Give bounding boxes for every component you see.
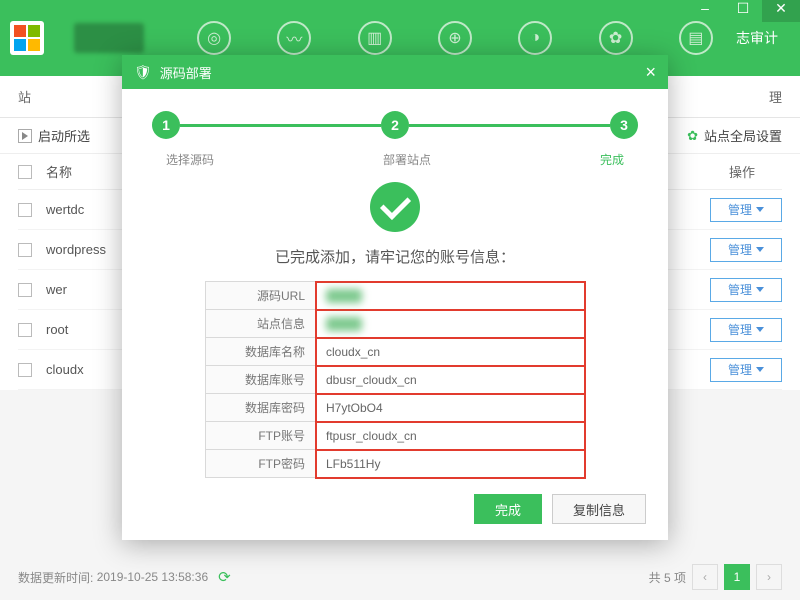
step-2-label: 部署站点 <box>383 151 431 168</box>
page-current[interactable]: 1 <box>724 564 750 590</box>
step-connector <box>180 124 381 127</box>
step-1-label: 选择源码 <box>166 151 214 168</box>
page-next[interactable]: › <box>756 564 782 590</box>
chevron-down-icon <box>756 207 764 212</box>
row-checkbox[interactable] <box>18 283 32 297</box>
chevron-down-icon <box>756 327 764 332</box>
manage-button[interactable]: 管理 <box>710 238 782 262</box>
step-labels: 选择源码 部署站点 完成 <box>166 151 624 168</box>
manage-button[interactable]: 管理 <box>710 198 782 222</box>
gear-icon: ✿ <box>687 128 698 144</box>
col-op: 操作 <box>702 162 782 181</box>
row-checkbox[interactable] <box>18 363 32 377</box>
tab-partial-right[interactable]: 理 <box>769 87 782 106</box>
value-ftp-pass: LFb511Hy <box>316 450 585 478</box>
modal-header: 🛡 源码部署 × <box>122 55 668 89</box>
play-icon <box>18 129 32 143</box>
step-1: 1 <box>152 111 180 139</box>
footer: 数据更新时间: 2019-10-25 13:58:36 ⟳ 共 5 项 ‹ 1 … <box>18 564 782 590</box>
step-2: 2 <box>381 111 409 139</box>
nav-doc-icon[interactable]: ▤ <box>679 21 713 55</box>
success-check-icon <box>370 182 420 232</box>
nav-gear-icon[interactable]: ✿ <box>599 21 633 55</box>
modal-close[interactable]: × <box>645 62 656 83</box>
step-3: 3 <box>610 111 638 139</box>
label-db-name: 数据库名称 <box>206 338 316 366</box>
window-close[interactable]: ✕ <box>762 0 800 22</box>
start-selected-button[interactable]: 启动所选 <box>38 126 90 145</box>
app-title-obscured <box>74 23 144 53</box>
value-db-user: dbusr_cloudx_cn <box>316 366 585 394</box>
row-checkbox[interactable] <box>18 203 32 217</box>
shield-icon: 🛡 <box>134 64 152 81</box>
total-count: 共 5 项 <box>649 569 686 586</box>
chevron-down-icon <box>756 247 764 252</box>
page-prev[interactable]: ‹ <box>692 564 718 590</box>
update-time: 2019-10-25 13:58:36 <box>97 570 208 584</box>
chevron-down-icon <box>756 367 764 372</box>
label-site-info: 站点信息 <box>206 310 316 338</box>
step-connector <box>409 124 610 127</box>
done-message: 已完成添加，请牢记您的账号信息： <box>122 246 668 267</box>
value-db-name: cloudx_cn <box>316 338 585 366</box>
credentials-table: 源码URL hidden 站点信息 hidden 数据库名称 cloudx_cn… <box>205 281 585 478</box>
step-indicator: 1 2 3 <box>152 111 638 139</box>
modal-title: 源码部署 <box>160 63 212 82</box>
nav-globe-icon[interactable]: ⊕ <box>438 21 472 55</box>
select-all-checkbox[interactable] <box>18 165 32 179</box>
label-source-url: 源码URL <box>206 282 316 310</box>
nav-server-icon[interactable]: ▥ <box>358 21 392 55</box>
value-db-pass: H7ytObO4 <box>316 394 585 422</box>
row-checkbox[interactable] <box>18 323 32 337</box>
done-button[interactable]: 完成 <box>474 494 542 524</box>
value-ftp-user: ftpusr_cloudx_cn <box>316 422 585 450</box>
refresh-icon[interactable]: ⟳ <box>218 568 231 586</box>
update-label: 数据更新时间: <box>18 569 93 586</box>
nav-disc-icon[interactable]: ◎ <box>197 21 231 55</box>
copy-info-button[interactable]: 复制信息 <box>552 494 646 524</box>
window-minimize[interactable]: – <box>686 0 724 22</box>
manage-button[interactable]: 管理 <box>710 278 782 302</box>
chevron-down-icon <box>756 287 764 292</box>
pager: 共 5 项 ‹ 1 › <box>649 564 782 590</box>
manage-button[interactable]: 管理 <box>710 318 782 342</box>
row-checkbox[interactable] <box>18 243 32 257</box>
audit-label: 志审计 <box>736 28 790 48</box>
label-ftp-user: FTP账号 <box>206 422 316 450</box>
manage-button[interactable]: 管理 <box>710 358 782 382</box>
modal-footer: 完成 复制信息 <box>474 494 646 524</box>
nav-shield-icon[interactable]: ◑ <box>518 21 552 55</box>
step-3-label: 完成 <box>600 151 624 168</box>
window-maximize[interactable]: ☐ <box>724 0 762 22</box>
value-site-info: hidden <box>316 310 585 338</box>
label-ftp-pass: FTP密码 <box>206 450 316 478</box>
global-settings-button[interactable]: 站点全局设置 <box>704 126 782 145</box>
label-db-user: 数据库账号 <box>206 366 316 394</box>
value-source-url: hidden <box>316 282 585 310</box>
label-db-pass: 数据库密码 <box>206 394 316 422</box>
nav-chart-icon[interactable]: 〰 <box>277 21 311 55</box>
windows-icon <box>10 21 44 55</box>
deploy-modal: 🛡 源码部署 × 1 2 3 选择源码 部署站点 完成 已完成添加，请牢记您的账… <box>122 55 668 540</box>
